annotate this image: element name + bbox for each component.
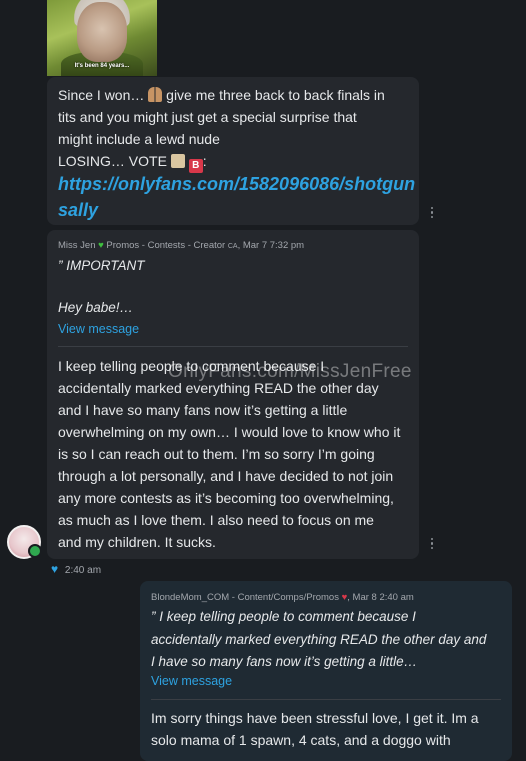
quoted-author-link[interactable]: Miss Jen — [58, 240, 95, 251]
view-message-link[interactable]: View message — [151, 674, 232, 688]
message-text: Im sorry things have been stressful love… — [151, 710, 479, 748]
quoted-post-meta: BlondeMom_COM - Content/Comps/Promos ♥, … — [151, 592, 414, 603]
quoted-post-meta: Miss Jen ♥ Promos - Contests - Creator C… — [58, 240, 305, 251]
quoted-post-title: ” IMPORTANT — [58, 258, 145, 273]
reaction-gif[interactable]: It's been 84 years... — [47, 0, 157, 76]
online-status-icon — [28, 544, 42, 558]
more-options-icon[interactable] — [430, 207, 434, 219]
quoted-post-body: Hey babe!… — [58, 300, 134, 315]
more-options-icon[interactable] — [430, 538, 434, 550]
profile-link[interactable]: https://onlyfans.com/1582096086/shotgun … — [58, 171, 415, 223]
divider — [58, 346, 408, 347]
country-flag: CA — [227, 243, 238, 250]
avatar[interactable] — [7, 525, 42, 559]
ballot-box-emoji-icon — [170, 154, 185, 168]
quoted-author-link[interactable]: BlondeMom_COM — [151, 592, 229, 603]
view-message-link[interactable]: View message — [58, 322, 139, 336]
reply-bubble: BlondeMom_COM - Content/Comps/Promos ♥, … — [140, 581, 512, 761]
message-bubble: Miss Jen ♥ Promos - Contests - Creator C… — [47, 230, 419, 559]
gif-figure-face — [77, 2, 127, 62]
divider — [151, 699, 501, 700]
message-bubble: Since I won… give me three back to back … — [47, 77, 419, 225]
quoted-post-body: ” I keep telling people to comment becau… — [151, 609, 487, 669]
message-text: I keep telling people to comment because… — [58, 358, 401, 550]
message-timestamp: ♥ 2:40 am — [51, 562, 102, 576]
message-text: Since I won… give me three back to back … — [58, 87, 385, 173]
liked-heart-icon[interactable]: ♥ — [51, 562, 58, 576]
praying-hands-emoji-icon — [148, 87, 163, 102]
gif-caption: It's been 84 years... — [74, 63, 130, 69]
